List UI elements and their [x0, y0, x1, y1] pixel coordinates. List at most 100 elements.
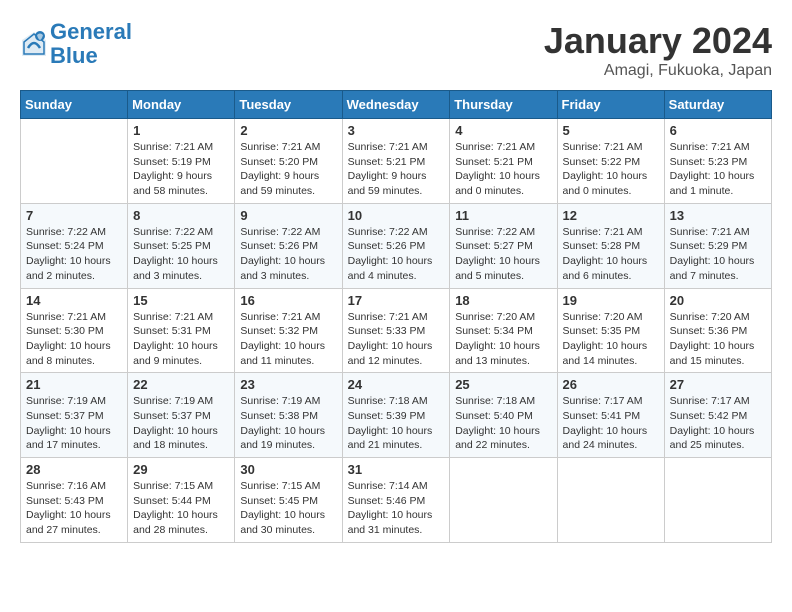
- calendar-header-row: SundayMondayTuesdayWednesdayThursdayFrid…: [21, 91, 772, 119]
- calendar-cell: 23 Sunrise: 7:19 AMSunset: 5:38 PMDayligh…: [235, 373, 342, 458]
- header-saturday: Saturday: [664, 91, 771, 119]
- day-number: 10: [348, 208, 445, 223]
- calendar-cell: 27 Sunrise: 7:17 AMSunset: 5:42 PMDayligh…: [664, 373, 771, 458]
- header-monday: Monday: [128, 91, 235, 119]
- day-number: 13: [670, 208, 766, 223]
- day-info: Sunrise: 7:19 AMSunset: 5:37 PMDaylight:…: [26, 394, 122, 453]
- day-info: Sunrise: 7:19 AMSunset: 5:38 PMDaylight:…: [240, 394, 336, 453]
- day-number: 12: [563, 208, 659, 223]
- day-info: Sunrise: 7:21 AMSunset: 5:33 PMDaylight:…: [348, 310, 445, 369]
- day-number: 7: [26, 208, 122, 223]
- day-info: Sunrise: 7:21 AMSunset: 5:32 PMDaylight:…: [240, 310, 336, 369]
- day-info: Sunrise: 7:21 AMSunset: 5:22 PMDaylight:…: [563, 140, 659, 199]
- day-number: 28: [26, 462, 122, 477]
- day-info: Sunrise: 7:17 AMSunset: 5:42 PMDaylight:…: [670, 394, 766, 453]
- day-info: Sunrise: 7:18 AMSunset: 5:39 PMDaylight:…: [348, 394, 445, 453]
- day-info: Sunrise: 7:20 AMSunset: 5:35 PMDaylight:…: [563, 310, 659, 369]
- day-number: 19: [563, 293, 659, 308]
- day-number: 11: [455, 208, 551, 223]
- day-number: 2: [240, 123, 336, 138]
- logo-icon: [20, 30, 48, 58]
- header-friday: Friday: [557, 91, 664, 119]
- day-info: Sunrise: 7:21 AMSunset: 5:28 PMDaylight:…: [563, 225, 659, 284]
- day-number: 18: [455, 293, 551, 308]
- day-info: Sunrise: 7:19 AMSunset: 5:37 PMDaylight:…: [133, 394, 229, 453]
- calendar-table: SundayMondayTuesdayWednesdayThursdayFrid…: [20, 90, 772, 543]
- day-info: Sunrise: 7:21 AMSunset: 5:30 PMDaylight:…: [26, 310, 122, 369]
- calendar-cell: 20Sunrise: 7:20 AMSunset: 5:36 PMDayligh…: [664, 288, 771, 373]
- calendar-cell: 12 Sunrise: 7:21 AMSunset: 5:28 PMDayligh…: [557, 203, 664, 288]
- calendar-cell: 25 Sunrise: 7:18 AMSunset: 5:40 PMDayligh…: [450, 373, 557, 458]
- day-info: Sunrise: 7:21 AMSunset: 5:23 PMDaylight:…: [670, 140, 766, 199]
- day-info: Sunrise: 7:22 AMSunset: 5:27 PMDaylight:…: [455, 225, 551, 284]
- calendar-cell: 4 Sunrise: 7:21 AMSunset: 5:21 PMDaylight…: [450, 119, 557, 204]
- calendar-cell: 31Sunrise: 7:14 AMSunset: 5:46 PMDayligh…: [342, 458, 450, 543]
- calendar-cell: 28Sunrise: 7:16 AMSunset: 5:43 PMDayligh…: [21, 458, 128, 543]
- calendar-cell: 19 Sunrise: 7:20 AMSunset: 5:35 PMDayligh…: [557, 288, 664, 373]
- day-number: 25: [455, 377, 551, 392]
- day-info: Sunrise: 7:21 AMSunset: 5:21 PMDaylight:…: [455, 140, 551, 199]
- calendar-cell: [557, 458, 664, 543]
- calendar-cell: 24Sunrise: 7:18 AMSunset: 5:39 PMDayligh…: [342, 373, 450, 458]
- page-header: GeneralBlue January 2024 Amagi, Fukuoka,…: [20, 20, 772, 80]
- calendar-cell: 22 Sunrise: 7:19 AMSunset: 5:37 PMDayligh…: [128, 373, 235, 458]
- calendar-week-row: 7Sunrise: 7:22 AMSunset: 5:24 PMDaylight…: [21, 203, 772, 288]
- day-number: 20: [670, 293, 766, 308]
- calendar-cell: 10 Sunrise: 7:22 AMSunset: 5:26 PMDayligh…: [342, 203, 450, 288]
- day-number: 29: [133, 462, 229, 477]
- calendar-cell: 13 Sunrise: 7:21 AMSunset: 5:29 PMDayligh…: [664, 203, 771, 288]
- day-number: 15: [133, 293, 229, 308]
- calendar-cell: 29 Sunrise: 7:15 AMSunset: 5:44 PMDayligh…: [128, 458, 235, 543]
- calendar-cell: 11 Sunrise: 7:22 AMSunset: 5:27 PMDayligh…: [450, 203, 557, 288]
- day-info: Sunrise: 7:15 AMSunset: 5:44 PMDaylight:…: [133, 479, 229, 538]
- day-number: 4: [455, 123, 551, 138]
- calendar-cell: [450, 458, 557, 543]
- day-info: Sunrise: 7:18 AMSunset: 5:40 PMDaylight:…: [455, 394, 551, 453]
- calendar-cell: 5Sunrise: 7:21 AMSunset: 5:22 PMDaylight…: [557, 119, 664, 204]
- day-number: 31: [348, 462, 445, 477]
- calendar-cell: 26Sunrise: 7:17 AMSunset: 5:41 PMDayligh…: [557, 373, 664, 458]
- logo-text: GeneralBlue: [50, 20, 132, 68]
- calendar-cell: 7Sunrise: 7:22 AMSunset: 5:24 PMDaylight…: [21, 203, 128, 288]
- calendar-cell: 8Sunrise: 7:22 AMSunset: 5:25 PMDaylight…: [128, 203, 235, 288]
- day-info: Sunrise: 7:22 AMSunset: 5:26 PMDaylight:…: [348, 225, 445, 284]
- calendar-cell: 9Sunrise: 7:22 AMSunset: 5:26 PMDaylight…: [235, 203, 342, 288]
- calendar-cell: [664, 458, 771, 543]
- calendar-body: 1Sunrise: 7:21 AMSunset: 5:19 PMDaylight…: [21, 119, 772, 543]
- day-info: Sunrise: 7:21 AMSunset: 5:19 PMDaylight:…: [133, 140, 229, 199]
- calendar-cell: 16 Sunrise: 7:21 AMSunset: 5:32 PMDayligh…: [235, 288, 342, 373]
- logo: GeneralBlue: [20, 20, 132, 68]
- calendar-cell: [21, 119, 128, 204]
- day-number: 3: [348, 123, 445, 138]
- calendar-cell: 21 Sunrise: 7:19 AMSunset: 5:37 PMDayligh…: [21, 373, 128, 458]
- day-number: 26: [563, 377, 659, 392]
- calendar-cell: 30 Sunrise: 7:15 AMSunset: 5:45 PMDayligh…: [235, 458, 342, 543]
- header-tuesday: Tuesday: [235, 91, 342, 119]
- day-info: Sunrise: 7:21 AMSunset: 5:21 PMDaylight:…: [348, 140, 445, 199]
- calendar-cell: 15 Sunrise: 7:21 AMSunset: 5:31 PMDayligh…: [128, 288, 235, 373]
- day-number: 22: [133, 377, 229, 392]
- calendar-week-row: 1Sunrise: 7:21 AMSunset: 5:19 PMDaylight…: [21, 119, 772, 204]
- calendar-cell: 6 Sunrise: 7:21 AMSunset: 5:23 PMDaylight…: [664, 119, 771, 204]
- day-number: 6: [670, 123, 766, 138]
- calendar-week-row: 21 Sunrise: 7:19 AMSunset: 5:37 PMDayligh…: [21, 373, 772, 458]
- day-info: Sunrise: 7:15 AMSunset: 5:45 PMDaylight:…: [240, 479, 336, 538]
- location-subtitle: Amagi, Fukuoka, Japan: [544, 62, 772, 80]
- day-info: Sunrise: 7:22 AMSunset: 5:26 PMDaylight:…: [240, 225, 336, 284]
- day-number: 23: [240, 377, 336, 392]
- calendar-cell: 14Sunrise: 7:21 AMSunset: 5:30 PMDayligh…: [21, 288, 128, 373]
- day-number: 27: [670, 377, 766, 392]
- day-info: Sunrise: 7:21 AMSunset: 5:29 PMDaylight:…: [670, 225, 766, 284]
- calendar-cell: 18Sunrise: 7:20 AMSunset: 5:34 PMDayligh…: [450, 288, 557, 373]
- day-info: Sunrise: 7:21 AMSunset: 5:20 PMDaylight:…: [240, 140, 336, 199]
- day-number: 16: [240, 293, 336, 308]
- day-number: 30: [240, 462, 336, 477]
- day-number: 21: [26, 377, 122, 392]
- calendar-cell: 2 Sunrise: 7:21 AMSunset: 5:20 PMDaylight…: [235, 119, 342, 204]
- calendar-week-row: 28Sunrise: 7:16 AMSunset: 5:43 PMDayligh…: [21, 458, 772, 543]
- day-info: Sunrise: 7:21 AMSunset: 5:31 PMDaylight:…: [133, 310, 229, 369]
- title-block: January 2024 Amagi, Fukuoka, Japan: [544, 20, 772, 80]
- header-wednesday: Wednesday: [342, 91, 450, 119]
- calendar-cell: 1Sunrise: 7:21 AMSunset: 5:19 PMDaylight…: [128, 119, 235, 204]
- day-number: 8: [133, 208, 229, 223]
